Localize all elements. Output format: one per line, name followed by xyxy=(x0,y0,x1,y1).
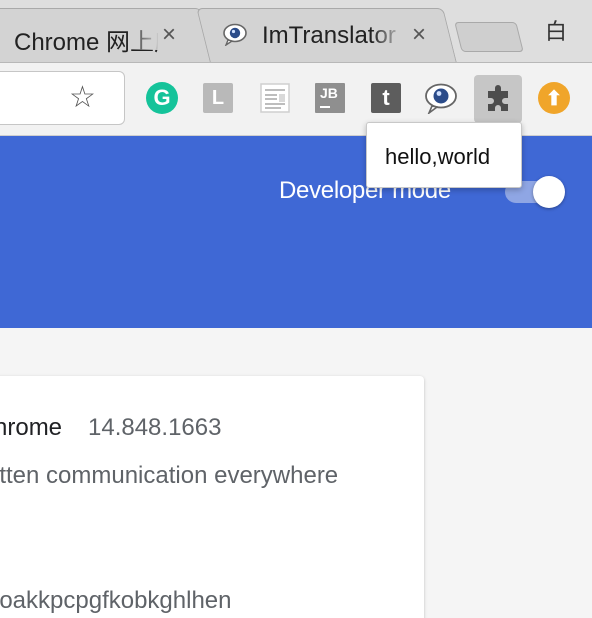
upload-extension-button[interactable]: ⬆ xyxy=(537,81,571,115)
extension-id: ioakkpcpgfkobkghlhen xyxy=(0,587,232,614)
l-extension-icon: L xyxy=(203,83,233,113)
reader-icon xyxy=(260,83,290,113)
tab-title-fade xyxy=(372,20,404,50)
grammarly-icon: G xyxy=(146,82,178,114)
imtranslator-icon xyxy=(425,83,457,114)
tab-close-icon[interactable]: × xyxy=(412,21,426,49)
new-tab-button[interactable] xyxy=(454,22,524,52)
extension-tooltip: hello,world xyxy=(366,122,522,188)
developer-mode-toggle-knob[interactable] xyxy=(533,176,565,208)
tooltip-text: hello,world xyxy=(385,144,491,169)
bookmark-star-icon[interactable]: ☆ xyxy=(69,80,96,116)
t-extension-icon: t xyxy=(371,83,401,113)
grammarly-extension-button[interactable]: G xyxy=(145,81,179,115)
l-extension-button[interactable]: L xyxy=(201,81,235,115)
extension-card: hrome 14.848.1663 itten communication ev… xyxy=(0,376,424,618)
jb-extension-button[interactable]: JB xyxy=(313,81,347,115)
window-corner-char: 白 xyxy=(545,19,568,44)
tab-close-icon[interactable]: × xyxy=(162,21,176,49)
extension-version: 14.848.1663 xyxy=(88,414,222,441)
reader-extension-button[interactable] xyxy=(258,81,292,115)
puzzle-extensions-icon xyxy=(488,85,508,111)
extensions-puzzle-button[interactable] xyxy=(474,75,522,123)
imtranslator-favicon-icon xyxy=(223,23,247,46)
tab-title-fade xyxy=(128,20,160,50)
jb-icon-label: JB xyxy=(320,85,338,101)
extension-description: itten communication everywhere xyxy=(0,462,339,489)
extension-name: hrome xyxy=(0,414,63,441)
upload-icon: ⬆ xyxy=(538,82,570,114)
tab-strip: Chrome 网上应用店 × ImTranslator × 白 xyxy=(0,0,592,62)
jb-icon-bar xyxy=(320,106,330,108)
t-extension-button[interactable]: t xyxy=(369,81,403,115)
extensions-list: hrome 14.848.1663 itten communication ev… xyxy=(0,328,592,618)
imtranslator-extension-button[interactable] xyxy=(424,81,458,115)
address-bar[interactable]: ☆ xyxy=(0,71,125,125)
jb-icon: JB xyxy=(315,83,345,113)
